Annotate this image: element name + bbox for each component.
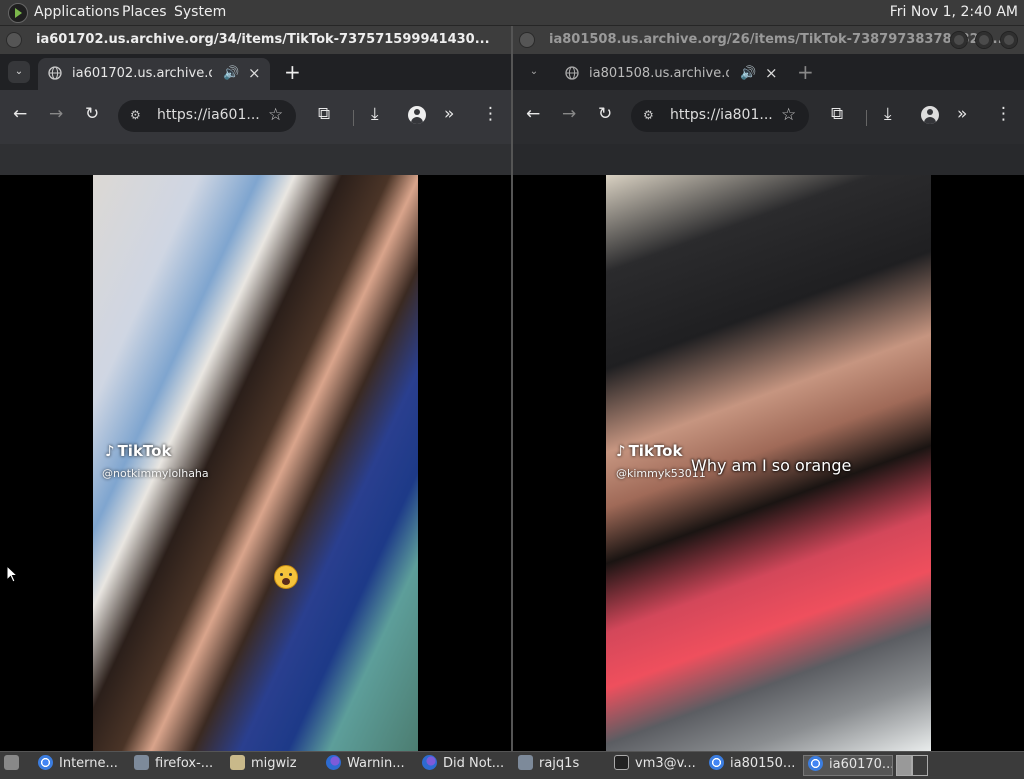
menu-places[interactable]: Places bbox=[122, 4, 167, 20]
window-menu-icon[interactable] bbox=[6, 32, 22, 48]
taskbar-item[interactable]: migwiz bbox=[230, 755, 318, 776]
tab-strip: ⌄ ia801508.us.archive.org/ 🔊 × + bbox=[513, 54, 1024, 90]
speaker-icon[interactable]: 🔊 bbox=[740, 66, 756, 81]
reload-icon[interactable]: ↻ bbox=[85, 104, 99, 124]
firefox-icon bbox=[422, 755, 437, 770]
new-tab-button[interactable]: + bbox=[284, 60, 301, 84]
bookmarks-bar bbox=[513, 144, 1024, 175]
workspace-switcher[interactable] bbox=[896, 755, 928, 776]
tiktok-note-icon: ♪ bbox=[616, 442, 626, 460]
menu-system[interactable]: System bbox=[174, 4, 226, 20]
globe-icon bbox=[48, 66, 62, 80]
profile-avatar-icon[interactable] bbox=[921, 106, 939, 124]
taskbar-item[interactable]: Interne... bbox=[38, 755, 130, 776]
taskbar-item[interactable]: Warnin... bbox=[326, 755, 414, 776]
more-tools-icon[interactable]: » bbox=[957, 104, 967, 124]
video-caption: Why am I so orange bbox=[691, 456, 852, 475]
folder-icon bbox=[230, 755, 245, 770]
chrome-icon bbox=[808, 756, 823, 771]
more-tools-icon[interactable]: » bbox=[444, 104, 454, 124]
toolbar-separator bbox=[866, 110, 867, 126]
back-icon[interactable]: ← bbox=[13, 104, 27, 124]
taskbar: Interne... firefox-... migwiz Warnin... … bbox=[0, 751, 1024, 779]
close-tab-icon[interactable]: × bbox=[248, 64, 261, 82]
tiktok-video[interactable]: ♪ TikTok @notkimmylolhaha bbox=[93, 175, 418, 751]
taskbar-item[interactable]: Did Not... bbox=[422, 755, 512, 776]
bookmark-star-icon[interactable]: ☆ bbox=[781, 105, 796, 125]
terminal-icon bbox=[614, 755, 629, 770]
tiktok-video[interactable]: ♪ TikTok @kimmyk53011 Why am I so orange bbox=[606, 175, 931, 751]
taskbar-item[interactable]: firefox-... bbox=[134, 755, 224, 776]
app-icon bbox=[518, 755, 533, 770]
app-icon bbox=[134, 755, 149, 770]
window-title: ia601702.us.archive.org/34/items/TikTok-… bbox=[36, 32, 490, 47]
tiktok-logo: ♪ TikTok bbox=[105, 442, 172, 460]
firefox-icon bbox=[326, 755, 341, 770]
clock[interactable]: Fri Nov 1, 2:40 AM bbox=[890, 4, 1018, 20]
taskbar-item-active[interactable]: ia60170... bbox=[803, 755, 893, 776]
chrome-icon bbox=[38, 755, 53, 770]
toolbar: ← → ↻ ⚙ https://ia801... ☆ ⧉ ⤓ » ⋮ bbox=[513, 90, 1024, 144]
taskbar-item[interactable]: vm3@v... bbox=[614, 755, 702, 776]
site-info-icon[interactable]: ⚙ bbox=[643, 108, 654, 122]
show-desktop-icon bbox=[4, 755, 19, 770]
address-bar[interactable]: ⚙ https://ia801... ☆ bbox=[631, 100, 809, 132]
tab-strip: ⌄ ia601702.us.archive.org/3 🔊 × + bbox=[0, 54, 511, 90]
tiktok-username: @notkimmylolhaha bbox=[102, 467, 209, 480]
browser-window-left: ia601702.us.archive.org/34/items/TikTok-… bbox=[0, 26, 511, 751]
extensions-icon[interactable]: ⧉ bbox=[831, 104, 843, 124]
window-controls bbox=[943, 31, 1018, 53]
tiktok-note-icon: ♪ bbox=[105, 442, 115, 460]
menu-kebab-icon[interactable]: ⋮ bbox=[482, 104, 499, 124]
address-bar[interactable]: ⚙ https://ia601... ☆ bbox=[118, 100, 296, 132]
address-input[interactable]: https://ia801... bbox=[670, 107, 773, 123]
download-icon[interactable]: ⤓ bbox=[884, 104, 892, 124]
tab-title: ia801508.us.archive.org/ bbox=[589, 66, 729, 81]
scream-emoji-icon bbox=[274, 565, 298, 589]
reload-icon[interactable]: ↻ bbox=[598, 104, 612, 124]
tab-list-icon[interactable]: ⌄ bbox=[8, 61, 30, 83]
site-info-icon[interactable]: ⚙ bbox=[130, 108, 141, 122]
download-icon[interactable]: ⤓ bbox=[371, 104, 379, 124]
minimize-button[interactable] bbox=[950, 31, 968, 49]
toolbar-separator bbox=[353, 110, 354, 126]
workspace-1[interactable] bbox=[896, 755, 912, 776]
close-tab-icon[interactable]: × bbox=[765, 64, 778, 82]
maximize-button[interactable] bbox=[975, 31, 993, 49]
window-titlebar[interactable]: ia601702.us.archive.org/34/items/TikTok-… bbox=[0, 26, 511, 54]
new-tab-button[interactable]: + bbox=[797, 60, 814, 84]
forward-icon[interactable]: → bbox=[49, 104, 63, 124]
bookmark-star-icon[interactable]: ☆ bbox=[268, 105, 283, 125]
show-desktop-button[interactable] bbox=[4, 755, 26, 776]
window-title: ia801508.us.archive.org/26/items/TikTok-… bbox=[549, 32, 1003, 47]
top-panel: Applications Places System Fri Nov 1, 2:… bbox=[0, 0, 1024, 26]
tab-active[interactable]: ia601702.us.archive.org/3 🔊 × bbox=[38, 58, 270, 90]
chrome-icon bbox=[709, 755, 724, 770]
page-content: ♪ TikTok @notkimmylolhaha bbox=[0, 175, 511, 751]
bookmarks-bar bbox=[0, 144, 511, 175]
taskbar-item[interactable]: rajq1s bbox=[518, 755, 606, 776]
speaker-icon[interactable]: 🔊 bbox=[223, 66, 239, 81]
forward-icon[interactable]: → bbox=[562, 104, 576, 124]
window-titlebar[interactable]: ia801508.us.archive.org/26/items/TikTok-… bbox=[513, 26, 1024, 54]
back-icon[interactable]: ← bbox=[526, 104, 540, 124]
address-input[interactable]: https://ia601... bbox=[157, 107, 260, 123]
extensions-icon[interactable]: ⧉ bbox=[318, 104, 330, 124]
tab-title: ia601702.us.archive.org/3 bbox=[72, 66, 212, 81]
taskbar-item[interactable]: ia80150... bbox=[709, 755, 797, 776]
page-content: ♪ TikTok @kimmyk53011 Why am I so orange bbox=[513, 175, 1024, 751]
close-window-button[interactable] bbox=[1000, 31, 1018, 49]
globe-icon bbox=[565, 66, 579, 80]
tiktok-logo: ♪ TikTok bbox=[616, 442, 683, 460]
menu-kebab-icon[interactable]: ⋮ bbox=[995, 104, 1012, 124]
window-menu-icon[interactable] bbox=[519, 32, 535, 48]
tab-list-icon[interactable]: ⌄ bbox=[523, 61, 545, 83]
profile-avatar-icon[interactable] bbox=[408, 106, 426, 124]
tab-active[interactable]: ia801508.us.archive.org/ 🔊 × bbox=[555, 58, 787, 90]
workspace-2[interactable] bbox=[912, 755, 928, 776]
toolbar: ← → ↻ ⚙ https://ia601... ☆ ⧉ ⤓ » ⋮ bbox=[0, 90, 511, 144]
menu-applications[interactable]: Applications bbox=[34, 4, 120, 20]
gnome-menu-icon[interactable] bbox=[8, 3, 28, 23]
browser-window-right: ia801508.us.archive.org/26/items/TikTok-… bbox=[513, 26, 1024, 751]
